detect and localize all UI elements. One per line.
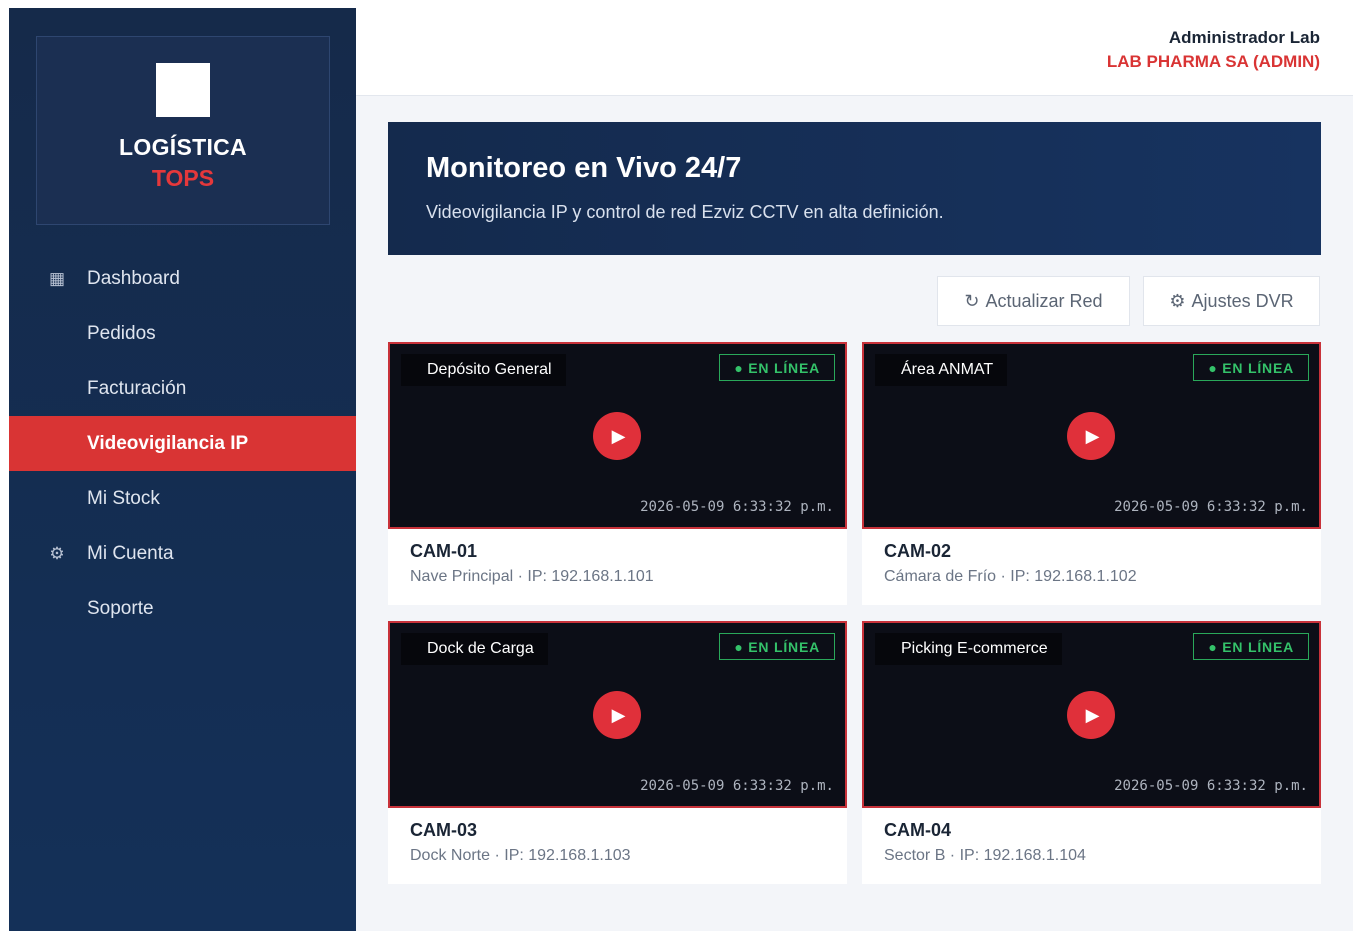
- play-button[interactable]: ▶: [593, 412, 641, 460]
- sidebar-item-mi-cuenta[interactable]: ⚙ Mi Cuenta: [9, 526, 356, 581]
- page-subtitle: Videovigilancia IP y control de red Ezvi…: [426, 202, 944, 222]
- brand-box: LOGÍSTICA TOPS: [36, 36, 330, 225]
- sidebar-item-label: Soporte: [87, 597, 154, 619]
- camera-description: Sector B · IP: 192.168.1.104: [884, 847, 1086, 864]
- play-button[interactable]: ▶: [1067, 412, 1115, 460]
- camera-card: Picking E-commerce ● EN LÍNEA ▶ 2026-05-…: [862, 621, 1321, 884]
- sidebar-item-soporte[interactable]: Soporte: [9, 581, 356, 636]
- sidebar: LOGÍSTICA TOPS ▦ Dashboard Pedidos Factu…: [9, 8, 356, 931]
- camera-timestamp: 2026-05-09 6:33:32 p.m.: [640, 778, 834, 794]
- camera-video[interactable]: Depósito General ● EN LÍNEA ▶ 2026-05-09…: [388, 342, 847, 529]
- camera-description: Cámara de Frío · IP: 192.168.1.102: [884, 568, 1137, 585]
- camera-id: CAM-02: [884, 541, 952, 561]
- dvr-settings-label: Ajustes DVR: [1191, 290, 1294, 311]
- status-badge: ● EN LÍNEA: [1193, 354, 1309, 381]
- camera-id: CAM-01: [410, 541, 478, 561]
- camera-location-label: Área ANMAT: [875, 354, 1008, 386]
- play-button[interactable]: ▶: [1067, 691, 1115, 739]
- app-frame: LOGÍSTICA TOPS ▦ Dashboard Pedidos Factu…: [9, 8, 1353, 931]
- camera-card: Dock de Carga ● EN LÍNEA ▶ 2026-05-09 6:…: [388, 621, 847, 884]
- camera-description: Nave Principal · IP: 192.168.1.101: [410, 568, 654, 585]
- camera-timestamp: 2026-05-09 6:33:32 p.m.: [640, 499, 834, 515]
- top-bar: Administrador Lab LAB PHARMA SA (ADMIN): [356, 8, 1353, 96]
- user-company: LAB PHARMA SA (ADMIN): [1106, 52, 1320, 71]
- sidebar-item-label: Mi Stock: [87, 487, 160, 509]
- refresh-network-label: Actualizar Red: [985, 290, 1103, 311]
- refresh-icon: ↻: [964, 290, 980, 311]
- sidebar-item-facturacion[interactable]: Facturación: [9, 361, 356, 416]
- play-icon: ▶: [1085, 704, 1100, 725]
- camera-id: CAM-03: [410, 820, 478, 840]
- sidebar-item-label: Facturación: [87, 377, 187, 399]
- sidebar-nav: ▦ Dashboard Pedidos Facturación Videovig…: [9, 251, 356, 636]
- action-bar: ↻ Actualizar Red ⚙ Ajustes DVR: [937, 276, 1320, 326]
- sidebar-item-dashboard[interactable]: ▦ Dashboard: [9, 251, 356, 306]
- sidebar-item-videovigilancia[interactable]: Videovigilancia IP: [9, 416, 356, 471]
- main-content: Administrador Lab LAB PHARMA SA (ADMIN) …: [356, 8, 1353, 931]
- camera-location-label: Depósito General: [401, 354, 566, 386]
- sidebar-item-mi-stock[interactable]: Mi Stock: [9, 471, 356, 526]
- page-title: Monitoreo en Vivo 24/7: [426, 152, 742, 184]
- camera-timestamp: 2026-05-09 6:33:32 p.m.: [1114, 499, 1308, 515]
- play-button[interactable]: ▶: [593, 691, 641, 739]
- camera-id: CAM-04: [884, 820, 952, 840]
- refresh-network-button[interactable]: ↻ Actualizar Red: [937, 276, 1130, 326]
- sidebar-item-label: Videovigilancia IP: [87, 432, 249, 454]
- play-icon: ▶: [611, 425, 626, 446]
- play-icon: ▶: [611, 704, 626, 725]
- sidebar-item-pedidos[interactable]: Pedidos: [9, 306, 356, 361]
- play-icon: ▶: [1085, 425, 1100, 446]
- dvr-settings-button[interactable]: ⚙ Ajustes DVR: [1143, 276, 1320, 326]
- user-name: Administrador Lab: [1168, 28, 1320, 47]
- hero-banner: Monitoreo en Vivo 24/7 Videovigilancia I…: [388, 122, 1321, 255]
- camera-video[interactable]: Área ANMAT ● EN LÍNEA ▶ 2026-05-09 6:33:…: [862, 342, 1321, 529]
- gear-icon: ⚙: [49, 543, 65, 563]
- grid-icon: ▦: [48, 268, 66, 288]
- gear-icon: ⚙: [1169, 290, 1186, 311]
- camera-card: Área ANMAT ● EN LÍNEA ▶ 2026-05-09 6:33:…: [862, 342, 1321, 605]
- camera-timestamp: 2026-05-09 6:33:32 p.m.: [1114, 778, 1308, 794]
- brand-title: LOGÍSTICA: [119, 134, 247, 160]
- camera-video[interactable]: Picking E-commerce ● EN LÍNEA ▶ 2026-05-…: [862, 621, 1321, 808]
- camera-description: Dock Norte · IP: 192.168.1.103: [410, 847, 631, 864]
- sidebar-item-label: Mi Cuenta: [87, 542, 174, 564]
- status-badge: ● EN LÍNEA: [719, 354, 835, 381]
- status-badge: ● EN LÍNEA: [1193, 633, 1309, 660]
- brand-subtitle: TOPS: [151, 165, 215, 191]
- brand-logo: [156, 63, 210, 117]
- camera-location-label: Dock de Carga: [401, 633, 548, 665]
- camera-video[interactable]: Dock de Carga ● EN LÍNEA ▶ 2026-05-09 6:…: [388, 621, 847, 808]
- sidebar-item-label: Dashboard: [87, 267, 180, 289]
- camera-card: Depósito General ● EN LÍNEA ▶ 2026-05-09…: [388, 342, 847, 605]
- camera-location-label: Picking E-commerce: [875, 633, 1062, 665]
- sidebar-item-label: Pedidos: [87, 322, 156, 344]
- status-badge: ● EN LÍNEA: [719, 633, 835, 660]
